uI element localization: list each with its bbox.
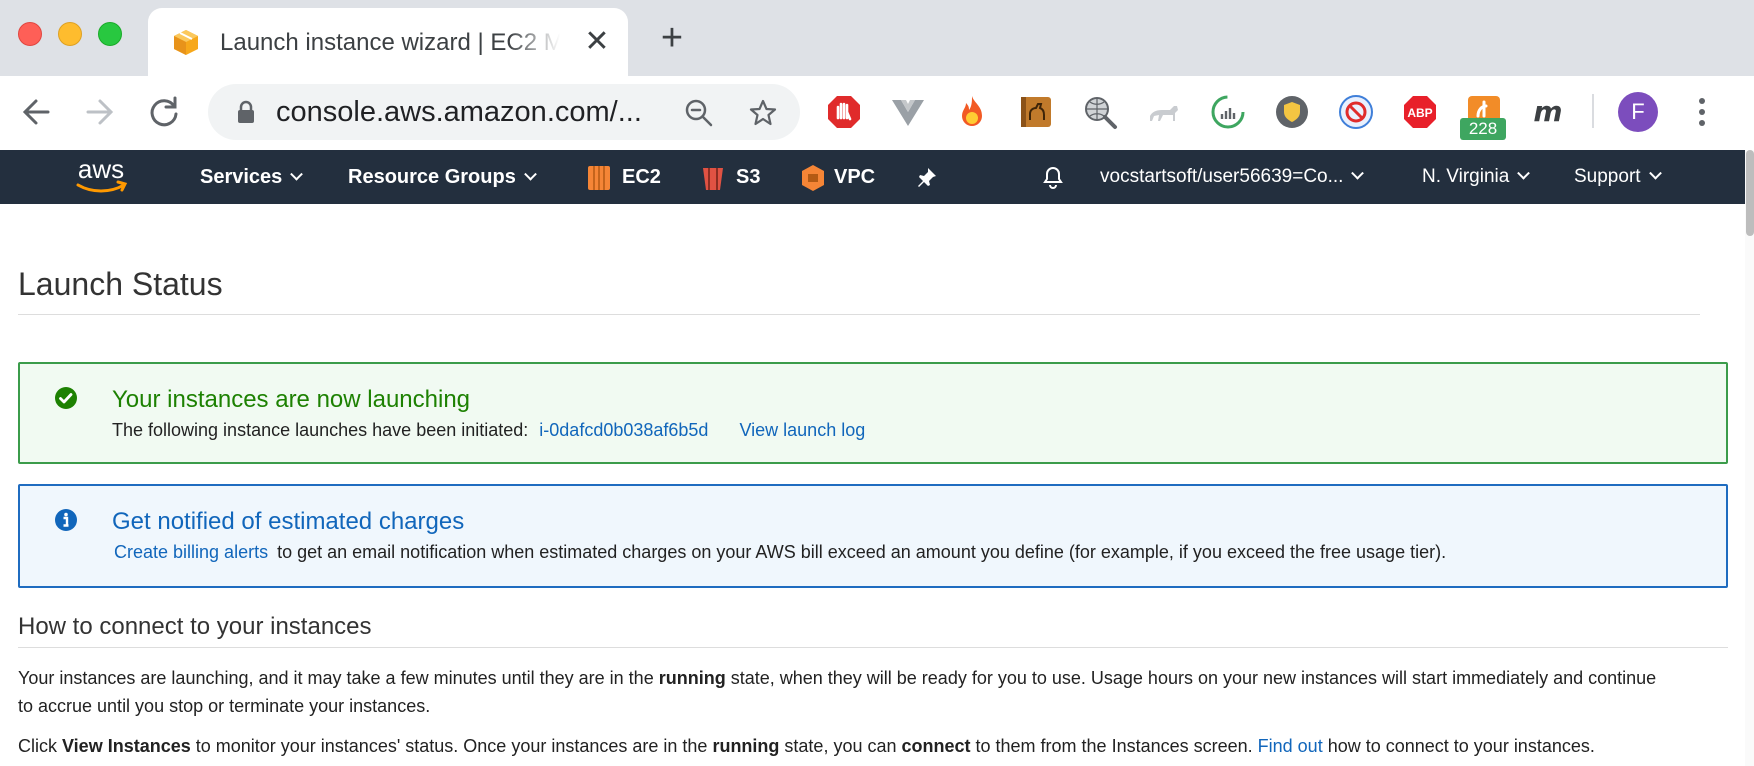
success-alert-title: Your instances are now launching xyxy=(112,386,471,413)
lock-icon xyxy=(238,100,254,123)
launching-paragraph-line2: to accrue until you stop or terminate yo… xyxy=(18,696,431,716)
s3-label: S3 xyxy=(736,166,761,188)
block-icon[interactable] xyxy=(1338,94,1374,130)
page-title: Launch Status xyxy=(18,266,223,302)
services-menu[interactable]: Services xyxy=(200,150,304,204)
bold-connect: connect xyxy=(901,736,971,756)
account-label: vocstartsoft/user56639=Co... xyxy=(1100,166,1344,187)
chevron-down-icon xyxy=(1351,166,1365,180)
text-span: Your instances are launching, and it may… xyxy=(18,668,659,688)
account-menu[interactable]: vocstartsoft/user56639=Co... xyxy=(1100,150,1365,204)
m-label: m xyxy=(1533,95,1562,128)
success-alert-body: The following instance launches have bee… xyxy=(112,420,865,441)
more-menu-icon[interactable] xyxy=(1690,92,1714,132)
billing-alert-title: Get notified of estimated charges xyxy=(112,508,465,535)
success-alert: Your instances are now launching The fol… xyxy=(18,362,1728,464)
svg-text:aws: aws xyxy=(78,154,124,184)
profile-avatar[interactable]: F xyxy=(1618,92,1658,132)
magnifier-globe-icon[interactable] xyxy=(1082,94,1118,130)
launching-paragraph-line1: Your instances are launching, and it may… xyxy=(18,664,1656,692)
check-circle-icon xyxy=(55,387,77,409)
billing-info-alert: Get notified of estimated charges Create… xyxy=(18,484,1728,588)
text-span: state, you can xyxy=(779,736,902,756)
text-span: Click xyxy=(18,736,62,756)
aws-console-navbar: aws Services Resource Groups EC2 S3 VPC … xyxy=(0,150,1745,204)
instance-id-link[interactable]: i-0dafcd0b038af6b5d xyxy=(539,420,708,440)
vpc-service-icon xyxy=(802,165,824,191)
page-scrollbar[interactable] xyxy=(1745,150,1754,766)
browser-tab-active[interactable]: Launch instance wizard | EC2 Management … xyxy=(148,8,628,76)
reload-icon[interactable] xyxy=(146,94,182,130)
initiated-text: The following instance launches have bee… xyxy=(112,420,529,440)
ec2-label: EC2 xyxy=(622,166,661,188)
close-window-button[interactable] xyxy=(18,22,42,46)
back-arrow-icon[interactable] xyxy=(18,94,54,130)
navbar-bottom-edge xyxy=(0,200,1025,204)
vpc-label: VPC xyxy=(834,166,876,188)
view-instances-paragraph: Click View Instances to monitor your ins… xyxy=(18,732,1595,760)
zoom-out-icon[interactable] xyxy=(684,98,714,128)
address-bar[interactable]: console.aws.amazon.com/... xyxy=(208,84,800,140)
chevron-down-icon xyxy=(523,167,537,181)
title-divider xyxy=(18,314,1700,315)
camel-book-icon[interactable] xyxy=(1018,94,1054,130)
toolbar-separator xyxy=(1592,94,1594,128)
text-span: how to connect to your instances. xyxy=(1322,736,1595,756)
section-divider xyxy=(18,647,1728,648)
ec2-service-icon xyxy=(588,166,610,190)
text-span: to them from the Instances screen. xyxy=(970,736,1258,756)
shield-icon[interactable] xyxy=(1274,94,1310,130)
vue-devtools-icon[interactable] xyxy=(890,94,926,130)
bold-running: running xyxy=(712,736,780,756)
support-label: Support xyxy=(1574,166,1641,187)
services-label: Services xyxy=(200,166,283,188)
billing-alert-text: to get an email notification when estima… xyxy=(277,542,1447,562)
view-launch-log-link[interactable]: View launch log xyxy=(739,420,865,440)
bell-icon[interactable] xyxy=(1042,165,1064,189)
create-billing-alerts-link[interactable]: Create billing alerts xyxy=(114,542,268,562)
aws-cube-favicon-icon xyxy=(174,30,198,55)
resource-groups-menu[interactable]: Resource Groups xyxy=(348,150,537,204)
pin-icon[interactable] xyxy=(916,166,938,188)
chevron-down-icon xyxy=(290,167,304,181)
adblock-stop-icon[interactable] xyxy=(826,94,862,130)
find-out-link[interactable]: Find out xyxy=(1258,736,1323,756)
abp-icon[interactable]: ABP xyxy=(1402,94,1438,130)
info-circle-icon xyxy=(55,509,77,531)
billing-alert-body: Create billing alerts to get an email no… xyxy=(114,542,1446,563)
m-icon[interactable]: m xyxy=(1530,94,1566,130)
support-menu[interactable]: Support xyxy=(1574,150,1662,204)
dog-icon[interactable] xyxy=(1146,94,1182,130)
scrollbar-thumb[interactable] xyxy=(1746,150,1754,236)
region-label: N. Virginia xyxy=(1422,166,1510,187)
minimize-window-button[interactable] xyxy=(58,22,82,46)
chevron-down-icon xyxy=(1517,166,1531,180)
region-menu[interactable]: N. Virginia xyxy=(1422,150,1531,204)
new-tab-button[interactable]: + xyxy=(656,19,688,57)
text-span: state, when they will be ready for you t… xyxy=(725,668,1657,688)
s3-service-icon xyxy=(703,168,723,190)
s3-shortcut[interactable]: S3 xyxy=(736,150,760,204)
bold-running: running xyxy=(658,668,726,688)
tab-close-icon[interactable]: ✕ xyxy=(582,27,612,57)
bookmark-star-icon[interactable] xyxy=(748,98,778,128)
connect-section-title: How to connect to your instances xyxy=(18,613,372,640)
analytics-icon[interactable] xyxy=(1210,94,1246,130)
vpc-shortcut[interactable]: VPC xyxy=(834,150,875,204)
aws-logo-icon[interactable]: aws xyxy=(70,154,132,198)
chevron-down-icon xyxy=(1648,166,1662,180)
resource-groups-label: Resource Groups xyxy=(348,166,516,188)
maximize-window-button[interactable] xyxy=(98,22,122,46)
extension-badge: 228 xyxy=(1460,118,1506,140)
bold-view-instances: View Instances xyxy=(62,736,191,756)
url-text[interactable]: console.aws.amazon.com/... xyxy=(276,96,642,129)
text-span: to monitor your instances' status. Once … xyxy=(190,736,713,756)
forward-arrow-icon[interactable] xyxy=(82,94,118,130)
fire-icon[interactable] xyxy=(954,94,990,130)
ec2-shortcut[interactable]: EC2 xyxy=(622,150,661,204)
tab-title: Launch instance wizard | EC2 Management … xyxy=(220,29,560,56)
abp-label: ABP xyxy=(1407,106,1432,120)
browser-tab-strip: Launch instance wizard | EC2 Management … xyxy=(0,0,1754,76)
